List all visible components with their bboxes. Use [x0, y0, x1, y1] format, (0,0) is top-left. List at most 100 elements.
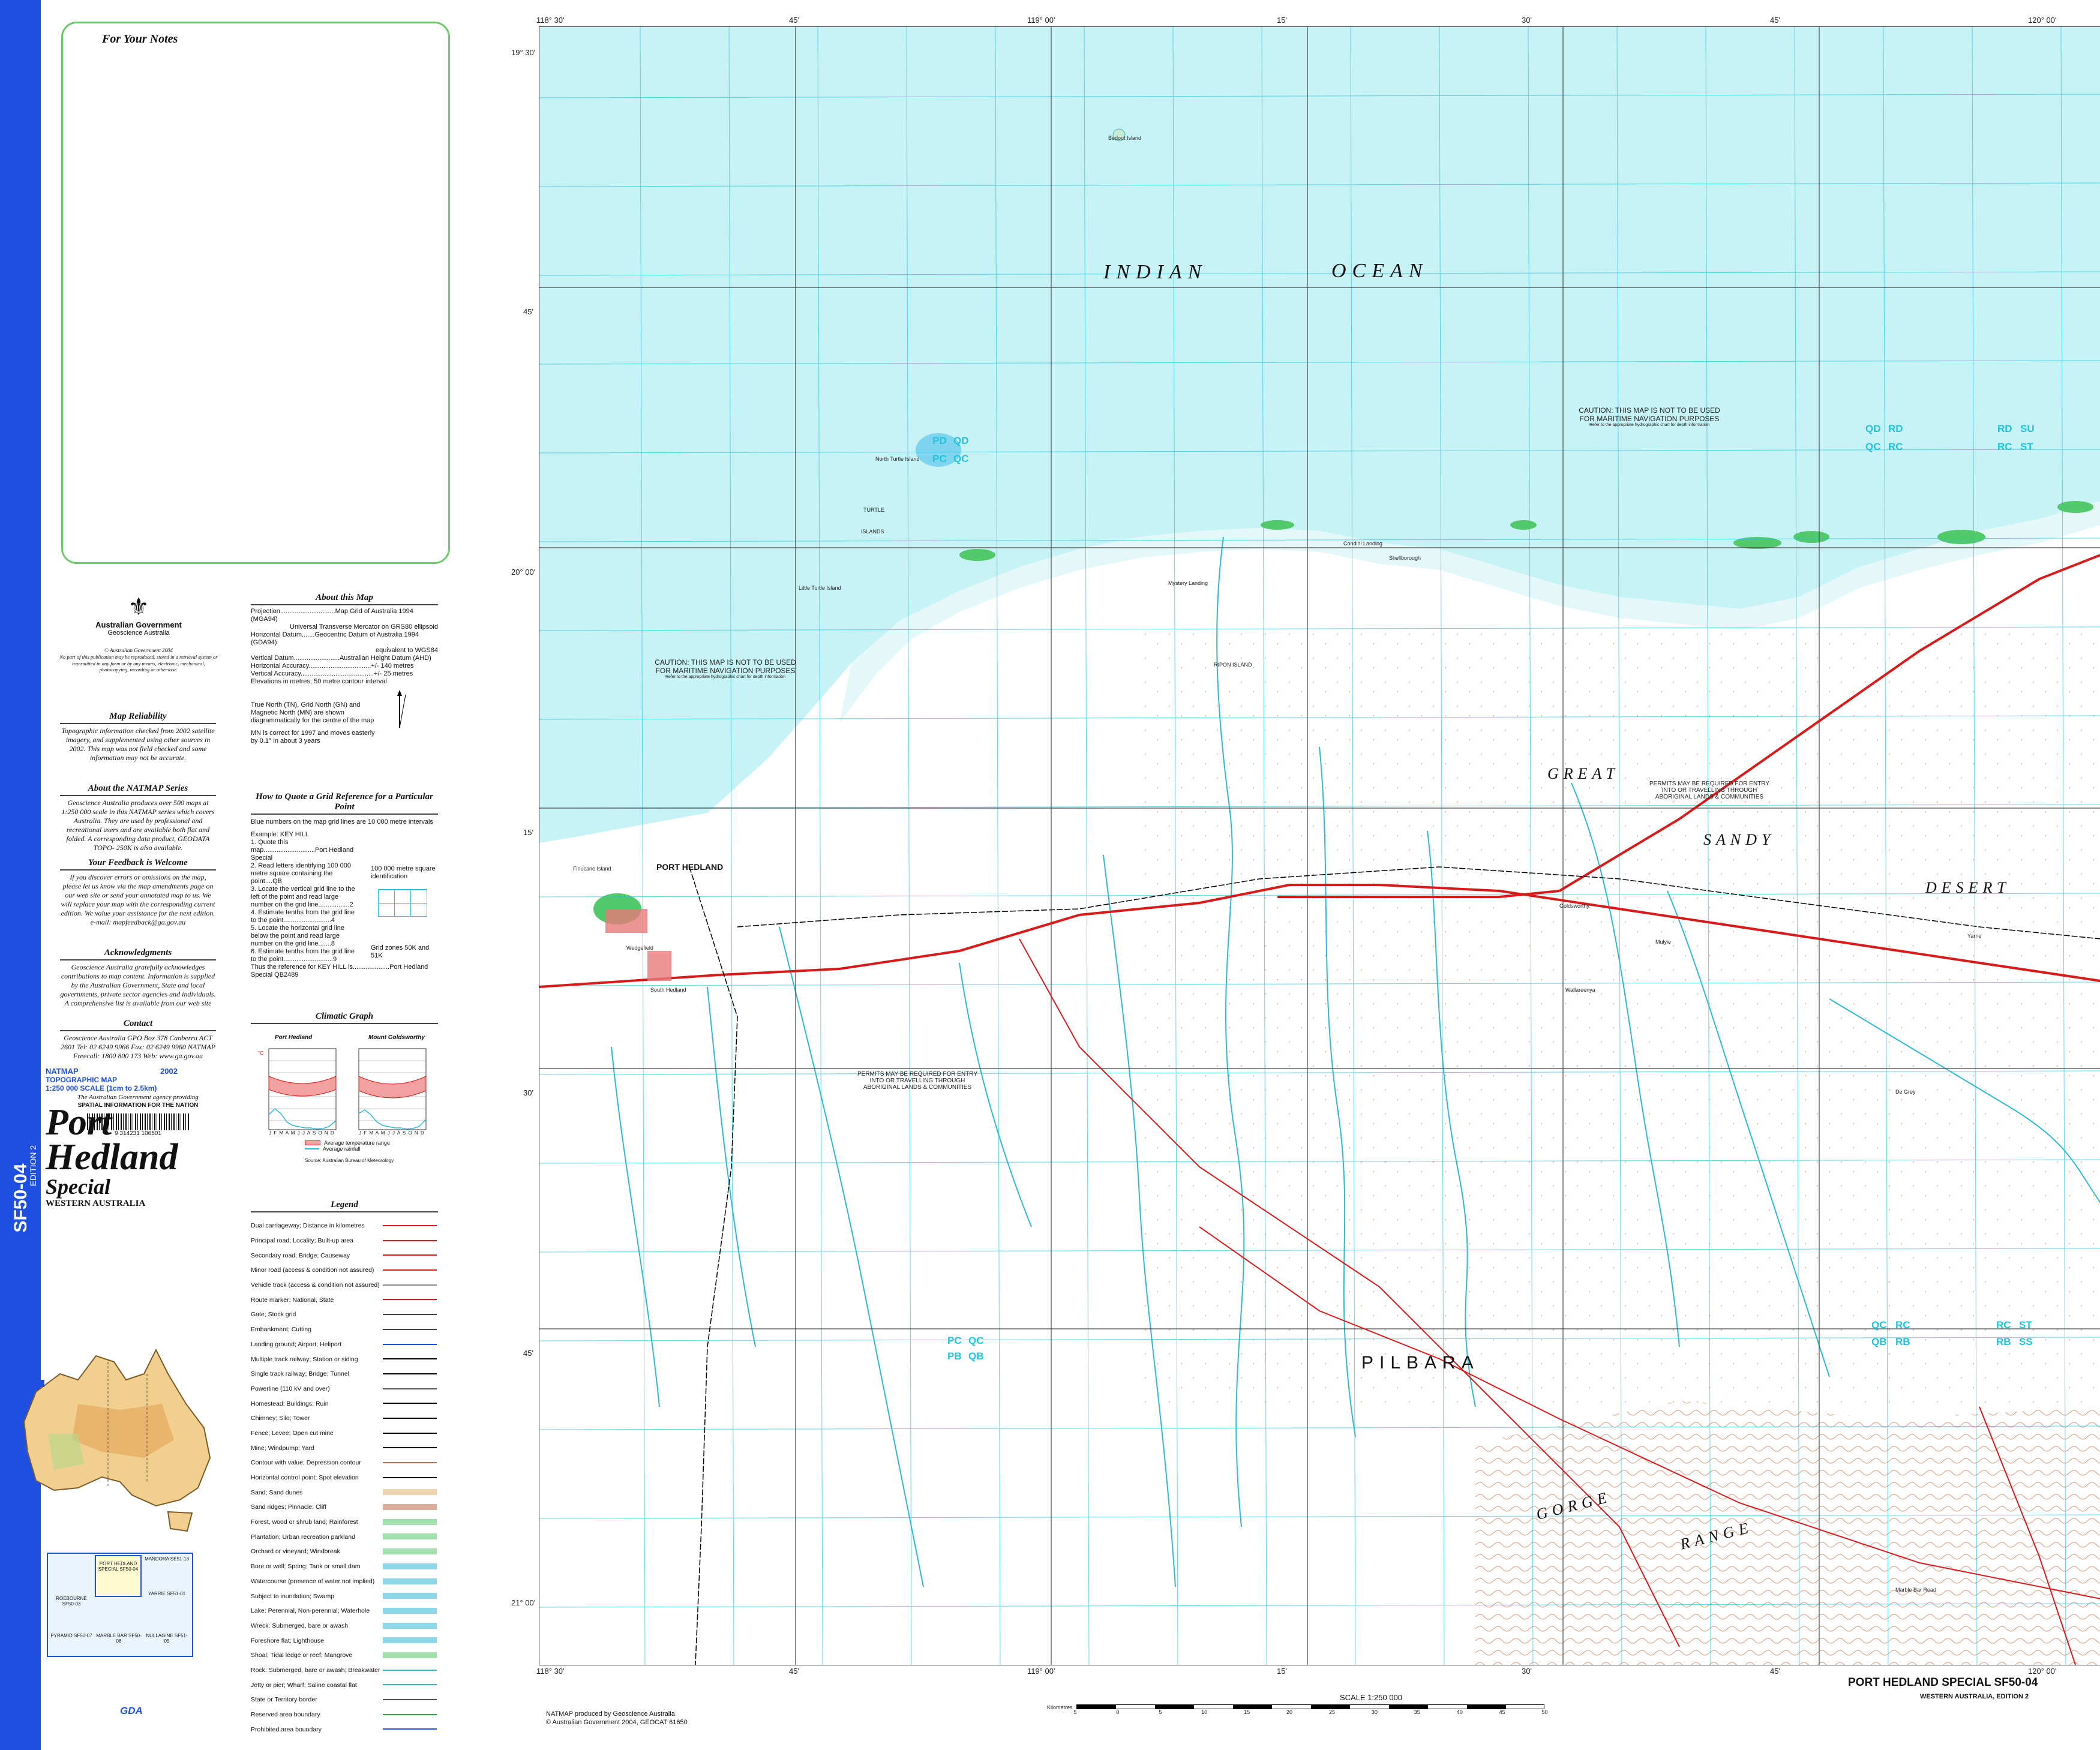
legend-label: Subject to inundation; Swamp: [251, 1592, 334, 1600]
legend-row: Vehicle track (access & condition not as…: [251, 1278, 438, 1293]
panel-body: Geoscience Australia GPO Box 378 Canberr…: [60, 1034, 216, 1060]
lon-tick: 15': [1277, 1667, 1287, 1676]
legend-label: Wreck: Submerged, bare or awash: [251, 1622, 349, 1629]
legend-row: Foreshore flat; Lighthouse: [251, 1633, 438, 1648]
legend-label: Single track railway; Bridge; Tunnel: [251, 1370, 349, 1378]
svg-text:°C: °C: [258, 1050, 263, 1056]
legend-row: Orchard or vineyard; Windbreak: [251, 1544, 438, 1559]
legend-label: Sand; Sand dunes: [251, 1488, 303, 1496]
notes-box[interactable]: [61, 22, 450, 564]
legend-label: Horizontal control point; Spot elevation: [251, 1474, 359, 1482]
topographic-map[interactable]: [539, 27, 2100, 1665]
agency-line1: The Australian Government agency providi…: [77, 1094, 199, 1101]
grid-square-id: PC: [932, 453, 947, 464]
lon-tick: 118° 30': [536, 16, 565, 25]
legend-symbol: [383, 1314, 437, 1316]
legend-symbol: [383, 1373, 437, 1374]
zones-label: Grid zones 50K and 51K: [371, 944, 430, 959]
legend-symbol: [383, 1447, 437, 1449]
legend-row: Gate; Stock grid: [251, 1307, 438, 1322]
north-arrow-icon: [388, 689, 436, 732]
place-label: TURTLE: [863, 507, 884, 513]
legend-symbol: [383, 1432, 437, 1434]
legend-label: Chimney; Silo; Tower: [251, 1415, 310, 1422]
legend-label: Mine; Windpump; Yard: [251, 1444, 314, 1452]
scale-tick: 15: [1244, 1709, 1250, 1715]
grid-square-id: PC: [947, 1335, 962, 1346]
gov-block: ⚜ Australian Government Geoscience Austr…: [58, 594, 220, 673]
panel-heading: Your Feedback is Welcome: [60, 858, 216, 871]
grid-ref-step: 6. Estimate tenths from the grid line to…: [251, 948, 355, 963]
town-label[interactable]: PORT HEDLAND: [656, 862, 723, 872]
scale-title: SCALE 1:250 000: [1339, 1693, 1403, 1702]
lon-tick: 120° 00': [2028, 16, 2057, 25]
legend-label: Jetty or pier; Wharf; Saline coastal fla…: [251, 1681, 357, 1689]
ocean-label: OCEAN: [1331, 260, 1429, 282]
port-hedland-builtup: [605, 909, 647, 933]
grid-square-id: ST: [2019, 1319, 2032, 1331]
grid-square-id: RB: [1895, 1336, 1910, 1347]
legend-row: Sand ridges; Pinnacle; Cliff: [251, 1500, 438, 1515]
scale-tick: 40: [1456, 1709, 1463, 1715]
title-line3: Special: [46, 1175, 110, 1199]
legend-symbol: [383, 1225, 437, 1226]
grid-square-id: RD: [1997, 423, 2012, 434]
legend-symbol: [383, 1684, 437, 1686]
lat-tick: 21° 00': [511, 1598, 536, 1607]
grid-ref-step: 5. Locate the horizontal grid line below…: [251, 924, 344, 947]
grid-ref-intro: Blue numbers on the map grid lines are 1…: [251, 818, 433, 826]
map-frame[interactable]: INDIAN OCEAN GREAT SANDY DESERT PILBARA …: [539, 26, 2100, 1665]
lon-tick: 118° 30': [536, 1667, 565, 1676]
caution-small: Refer to the appropriate hydrographic ch…: [665, 675, 785, 679]
grid-square-id: ST: [2020, 441, 2033, 452]
copyright: © Australian Government 2004: [104, 647, 173, 653]
place-label: Mystery Landing: [1168, 580, 1208, 586]
legend-symbol: [383, 1269, 437, 1271]
place-label: Wedgefield: [626, 945, 653, 951]
lon-tick: 119° 00': [1027, 16, 1055, 25]
state-name: WESTERN AUSTRALIA: [46, 1199, 146, 1208]
grid-square-id: RC: [1895, 1319, 1910, 1331]
place-label: Bedout Island: [1108, 135, 1142, 141]
edition-vertical: EDITION 2: [28, 1145, 38, 1187]
legend-row: Landing ground; Airport; Heliport: [251, 1337, 438, 1352]
legend-symbol: [383, 1563, 437, 1569]
place-label: Mulyie: [1655, 939, 1672, 945]
permit-line: ABORIGINAL LANDS & COMMUNITIES: [863, 1084, 972, 1091]
map-type: TOPOGRAPHIC MAP: [46, 1076, 118, 1084]
scale-tick: 5: [1073, 1709, 1077, 1715]
scale-tick: 45: [1499, 1709, 1505, 1715]
place-label: North Turtle Island: [875, 456, 920, 462]
legend-label: Multiple track railway; Station or sidin…: [251, 1355, 358, 1363]
legend-row: Fence; Levee; Open cut mine: [251, 1426, 438, 1441]
caution-line: CAUTION: THIS MAP IS NOT TO BE USED: [1579, 406, 1720, 415]
panel-contact: Contact Geoscience Australia GPO Box 378…: [60, 1019, 216, 1061]
legend-row: Embankment; Cutting: [251, 1322, 438, 1337]
place-label: Marble Bar Road: [1895, 1587, 1937, 1593]
caution-note-2: CAUTION: THIS MAP IS NOT TO BE USED FOR …: [647, 658, 803, 679]
panel-feedback: Your Feedback is Welcome If you discover…: [60, 858, 216, 927]
notes-title: For Your Notes: [102, 32, 178, 46]
australia-locator-map: [23, 1348, 211, 1532]
legend-label: Foreshore flat; Lighthouse: [251, 1637, 324, 1644]
legend-symbol: [383, 1518, 437, 1525]
legend-symbol: [383, 1358, 437, 1360]
legend-label: Powerline (110 kV and over): [251, 1385, 330, 1392]
legend-symbol: [383, 1578, 437, 1584]
lat-tick: 45': [523, 1349, 533, 1358]
grid-ref-step: 3. Locate the vertical grid line to the …: [251, 885, 355, 908]
index-cell: NULLAGINE SF51-05: [146, 1633, 188, 1644]
series-name: NATMAP: [46, 1067, 79, 1076]
gov-agency: Geoscience Australia: [107, 629, 170, 637]
permit-line: PERMITS MAY BE REQUIRED FOR ENTRY: [857, 1071, 978, 1077]
legend-label: Bore or well; Spring; Tank or small dam: [251, 1563, 361, 1571]
lat-tick: 45': [523, 307, 533, 316]
panel-body: Geoscience Australia gratefully acknowle…: [60, 963, 216, 1007]
legend-row: Minor road (access & condition not assur…: [251, 1263, 438, 1278]
grid-ref-panel: How to Quote a Grid Reference for a Part…: [251, 792, 438, 979]
caution-note-1: CAUTION: THIS MAP IS NOT TO BE USED FOR …: [1571, 406, 1727, 427]
legend-symbol: [383, 1328, 437, 1330]
sheet-year: 2002: [160, 1067, 178, 1076]
square-diagram: [378, 889, 427, 917]
legend-row: Sand; Sand dunes: [251, 1485, 438, 1500]
